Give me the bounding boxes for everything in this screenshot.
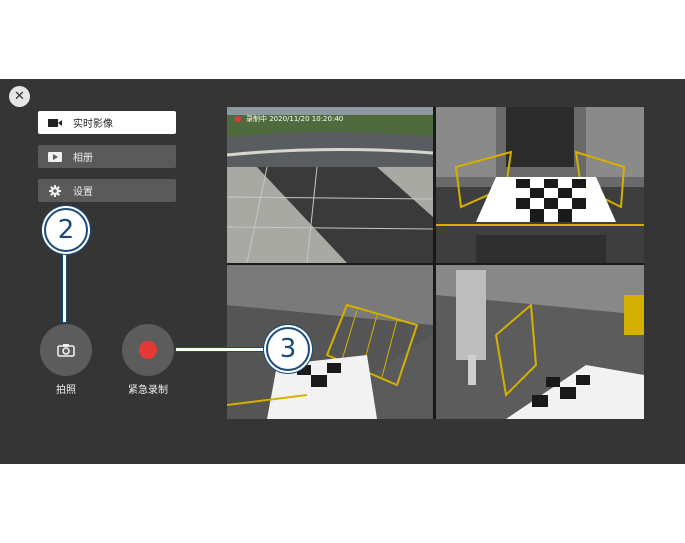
camera-rear <box>436 107 644 263</box>
camera-left <box>227 265 433 419</box>
play-album-icon <box>38 151 72 162</box>
record-button-label: 紧急录制 <box>128 385 168 396</box>
photo-button-label: 拍照 <box>56 385 76 396</box>
callout-3-badge: 3 <box>266 327 310 371</box>
callout-2-badge: 2 <box>44 208 88 252</box>
menu-item-label: 设置 <box>73 187 93 198</box>
camera-icon <box>57 344 75 357</box>
close-icon: ✕ <box>14 89 25 104</box>
camera-timestamp-overlay: 录制中 2020/11/20 10:20:40 <box>246 115 344 123</box>
menu-item-settings[interactable]: 设置 <box>38 179 176 202</box>
menu-item-label: 实时影像 <box>73 119 113 130</box>
emergency-record-button[interactable] <box>122 324 174 376</box>
gear-icon <box>38 184 72 197</box>
menu-item-live-video[interactable]: 实时影像 <box>38 111 176 134</box>
record-dot-icon <box>139 341 157 359</box>
camera-right <box>436 265 644 419</box>
menu-item-album[interactable]: 相册 <box>38 145 176 168</box>
close-button[interactable]: ✕ <box>9 86 30 107</box>
recording-indicator-icon <box>235 116 241 122</box>
callout-2-leader <box>62 249 67 323</box>
camera-front <box>227 107 433 263</box>
photo-button[interactable] <box>40 324 92 376</box>
menu-item-label: 相册 <box>73 153 93 164</box>
video-camera-icon <box>38 118 72 128</box>
callout-3-leader <box>175 347 269 352</box>
camera-view-grid <box>227 107 644 419</box>
